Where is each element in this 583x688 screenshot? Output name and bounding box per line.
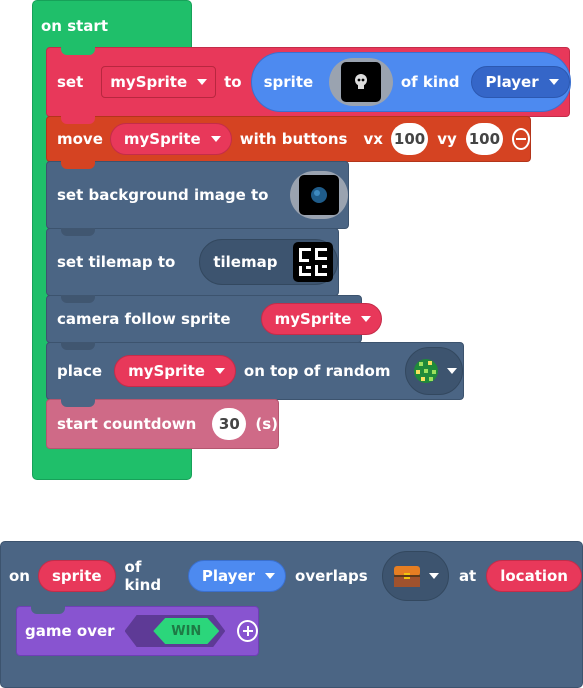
tilemap-field[interactable]: tilemap: [199, 239, 338, 285]
kind-dropdown[interactable]: Player: [471, 66, 570, 98]
overlap-tile-dropdown[interactable]: [381, 551, 449, 601]
remove-icon[interactable]: [512, 128, 530, 150]
game-over-label: game over: [25, 622, 115, 640]
background-image-field[interactable]: [290, 171, 348, 219]
sprite-param[interactable]: sprite: [37, 560, 116, 592]
vy-label: vy: [437, 130, 457, 148]
location-param[interactable]: location: [486, 560, 582, 592]
overlaps-label: overlaps: [295, 567, 368, 585]
camera-variable-dropdown[interactable]: mySprite: [260, 303, 383, 335]
on-start-label: on start: [41, 17, 108, 35]
sprite-image-thumbnail: [341, 62, 382, 102]
place-on-random-block[interactable]: place mySprite on top of random: [46, 342, 464, 400]
game-over-block[interactable]: game over WIN: [16, 606, 259, 656]
countdown-unit: (s): [255, 415, 278, 433]
tilemap-label: set tilemap to: [57, 253, 176, 271]
at-label: at: [458, 567, 477, 585]
countdown-label: start countdown: [57, 415, 197, 433]
win-toggle[interactable]: WIN: [124, 615, 226, 647]
vx-input[interactable]: 100: [390, 123, 429, 155]
move-with-buttons-block[interactable]: move mySprite with buttons vx 100 vy 100: [46, 116, 531, 162]
win-indicator: WIN: [153, 618, 220, 644]
to-label: to: [224, 73, 242, 91]
variable-dropdown[interactable]: mySprite: [101, 66, 217, 98]
set-background-block[interactable]: set background image to: [46, 161, 349, 229]
tilemap-value: tilemap: [213, 253, 278, 271]
move-variable-dropdown[interactable]: mySprite: [109, 123, 232, 155]
tilemap-icon: [299, 248, 328, 276]
place-variable-dropdown[interactable]: mySprite: [114, 355, 236, 387]
countdown-input[interactable]: 30: [212, 408, 247, 440]
tile-dropdown[interactable]: [404, 347, 463, 395]
vx-label: vx: [363, 130, 383, 148]
treasure-chest-icon: [394, 566, 421, 587]
add-icon[interactable]: [237, 620, 258, 642]
on-top-label: on top of random: [243, 362, 391, 380]
camera-follow-block[interactable]: camera follow sprite mySprite: [46, 295, 383, 343]
of-kind-label: of kind: [400, 73, 460, 91]
set-tilemap-block[interactable]: set tilemap to tilemap: [46, 228, 339, 296]
sprite-label: sprite: [263, 73, 314, 91]
background-image-thumbnail: [299, 175, 340, 215]
tile-icon: [413, 359, 438, 383]
move-label: move: [57, 130, 103, 148]
set-sprite-block[interactable]: set mySprite to sprite of kind Player: [46, 47, 571, 117]
start-countdown-block[interactable]: start countdown 30 (s): [46, 399, 279, 449]
set-label: set: [57, 73, 84, 91]
sprite-create-block[interactable]: sprite of kind Player: [250, 52, 571, 112]
camera-label: camera follow sprite: [57, 310, 231, 328]
background-label: set background image to: [57, 186, 269, 204]
with-buttons-label: with buttons: [239, 130, 348, 148]
tilemap-thumbnail: [293, 242, 334, 282]
planet-icon: [311, 187, 328, 203]
skull-icon: [355, 74, 368, 89]
overlap-kind-dropdown[interactable]: Player: [187, 560, 287, 592]
overlap-of-kind-label: of kind: [124, 558, 162, 594]
on-label: on: [9, 567, 30, 585]
vy-input[interactable]: 100: [465, 123, 504, 155]
sprite-image-field[interactable]: [329, 58, 393, 106]
place-label: place: [57, 362, 103, 380]
